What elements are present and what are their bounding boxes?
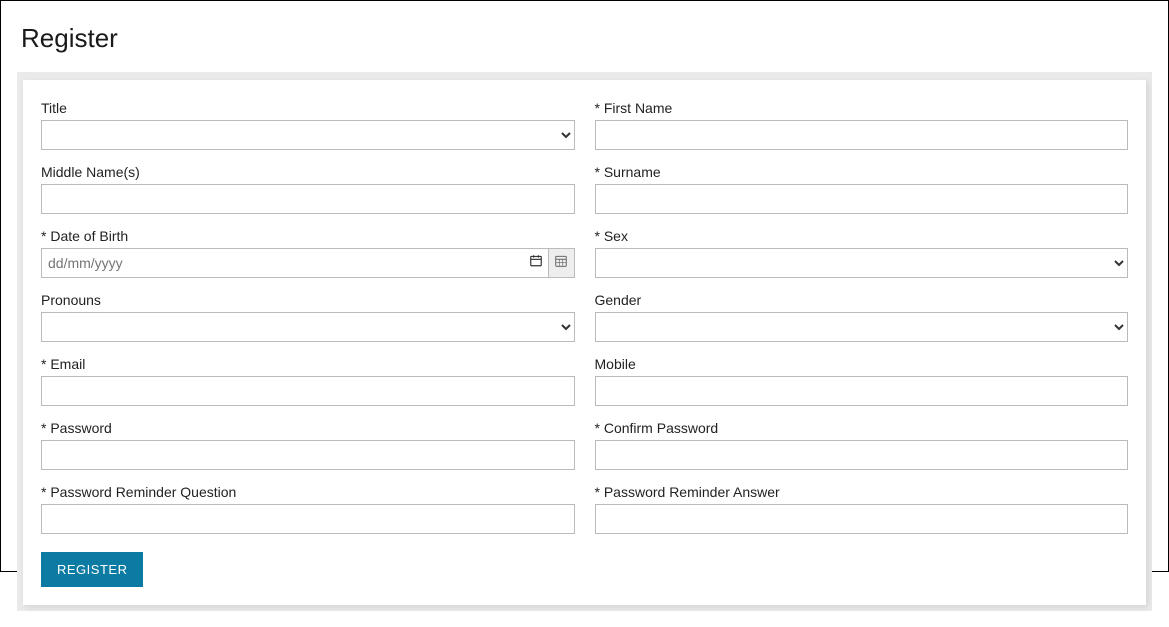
field-title: Title [41,100,575,150]
dob-input[interactable] [41,248,549,278]
register-button[interactable]: REGISTER [41,552,143,587]
field-gender: Gender [595,292,1129,342]
label-reminder-answer: * Password Reminder Answer [595,484,1129,500]
register-form: Title * First Name Middle Name(s) * Surn… [41,100,1128,534]
label-pronouns: Pronouns [41,292,575,308]
label-middle-names: Middle Name(s) [41,164,575,180]
dob-input-wrap [41,248,549,278]
field-pronouns: Pronouns [41,292,575,342]
form-card: Title * First Name Middle Name(s) * Surn… [23,80,1146,605]
label-mobile: Mobile [595,356,1129,372]
field-dob: * Date of Birth [41,228,575,278]
title-select[interactable] [41,120,575,150]
page-title: Register [17,1,1152,72]
surname-input[interactable] [595,184,1129,214]
field-middle-names: Middle Name(s) [41,164,575,214]
email-input[interactable] [41,376,575,406]
label-password: * Password [41,420,575,436]
field-confirm-password: * Confirm Password [595,420,1129,470]
calendar-inline-icon [529,254,543,273]
field-first-name: * First Name [595,100,1129,150]
mobile-input[interactable] [595,376,1129,406]
label-confirm-password: * Confirm Password [595,420,1129,436]
field-reminder-question: * Password Reminder Question [41,484,575,534]
field-password: * Password [41,420,575,470]
label-reminder-question: * Password Reminder Question [41,484,575,500]
confirm-password-input[interactable] [595,440,1129,470]
form-card-wrap: Title * First Name Middle Name(s) * Surn… [17,72,1152,611]
label-sex: * Sex [595,228,1129,244]
dob-picker-button[interactable] [549,248,575,278]
label-dob: * Date of Birth [41,228,575,244]
gender-select[interactable] [595,312,1129,342]
field-surname: * Surname [595,164,1129,214]
label-surname: * Surname [595,164,1129,180]
pronouns-select[interactable] [41,312,575,342]
reminder-question-input[interactable] [41,504,575,534]
label-email: * Email [41,356,575,372]
first-name-input[interactable] [595,120,1129,150]
field-mobile: Mobile [595,356,1129,406]
middle-names-input[interactable] [41,184,575,214]
field-sex: * Sex [595,228,1129,278]
field-email: * Email [41,356,575,406]
label-gender: Gender [595,292,1129,308]
field-reminder-answer: * Password Reminder Answer [595,484,1129,534]
sex-select[interactable] [595,248,1129,278]
label-title: Title [41,100,575,116]
calendar-grid-icon [554,254,568,273]
label-first-name: * First Name [595,100,1129,116]
password-input[interactable] [41,440,575,470]
reminder-answer-input[interactable] [595,504,1129,534]
